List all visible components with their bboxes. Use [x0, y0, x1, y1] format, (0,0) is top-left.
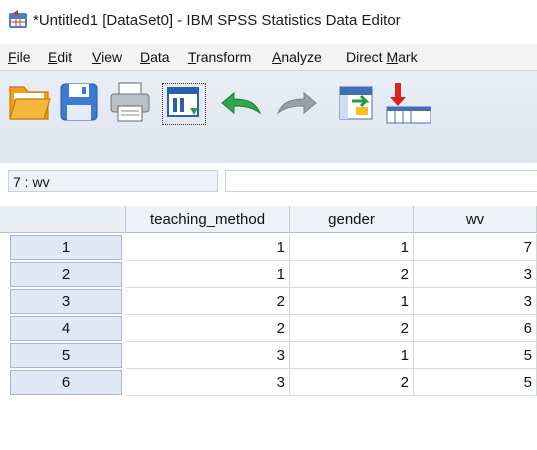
table-cell[interactable]: 5 [414, 342, 537, 369]
table-cell[interactable]: 1 [290, 288, 414, 315]
grid-corner[interactable] [0, 206, 126, 233]
table-cell[interactable]: 2 [126, 315, 290, 342]
open-folder-icon[interactable] [8, 81, 52, 123]
title-bar: *Untitled1 [DataSet0] - IBM SPSS Statist… [0, 0, 537, 44]
recall-dialog-button[interactable] [162, 83, 206, 125]
table-cell[interactable]: 1 [290, 234, 414, 261]
table-cell[interactable]: 3 [126, 369, 290, 396]
column-header-gender[interactable]: gender [290, 206, 414, 233]
print-icon[interactable] [108, 81, 152, 123]
table-cell[interactable]: 3 [126, 342, 290, 369]
row-header[interactable]: 4 [10, 316, 122, 341]
row-header[interactable]: 1 [10, 235, 122, 260]
data-grid: teaching_method gender wv 1 1 1 7 2 1 2 … [0, 198, 537, 450]
cell-reference-bar: 7 : wv [0, 163, 537, 199]
window-title: *Untitled1 [DataSet0] - IBM SPSS Statist… [33, 12, 401, 29]
menu-file[interactable]: File [8, 49, 31, 65]
save-icon[interactable] [58, 81, 100, 123]
table-cell[interactable]: 6 [414, 315, 537, 342]
goto-case-icon[interactable] [336, 81, 380, 125]
menu-bar: File Edit View Data Transform Analyze Di… [0, 44, 537, 71]
table-cell[interactable]: 2 [290, 315, 414, 342]
menu-data[interactable]: Data [140, 49, 170, 65]
menu-view[interactable]: View [92, 49, 122, 65]
row-header[interactable]: 3 [10, 289, 122, 314]
column-header-wv[interactable]: wv [414, 206, 537, 233]
row-header[interactable]: 2 [10, 262, 122, 287]
menu-edit[interactable]: Edit [48, 49, 72, 65]
recall-dialog-icon [167, 87, 199, 117]
insert-variable-icon[interactable] [385, 81, 431, 125]
spss-app-icon [9, 10, 27, 28]
table-cell[interactable]: 5 [414, 369, 537, 396]
menu-analyze[interactable]: Analyze [272, 49, 322, 65]
table-cell[interactable]: 2 [290, 369, 414, 396]
undo-icon[interactable] [218, 89, 266, 119]
cell-value-field[interactable] [225, 170, 537, 192]
table-cell[interactable]: 1 [126, 261, 290, 288]
row-header[interactable]: 6 [10, 370, 122, 395]
redo-icon[interactable] [272, 89, 320, 119]
cell-reference-field[interactable]: 7 : wv [8, 170, 218, 192]
table-cell[interactable]: 2 [290, 261, 414, 288]
table-cell[interactable]: 7 [414, 234, 537, 261]
toolbar [0, 71, 537, 174]
menu-direct-marketing[interactable]: Direct Mark [346, 49, 418, 65]
column-header-teaching-method[interactable]: teaching_method [126, 206, 290, 233]
menu-transform[interactable]: Transform [188, 49, 251, 65]
table-cell[interactable]: 1 [290, 342, 414, 369]
table-cell[interactable]: 3 [414, 288, 537, 315]
row-header[interactable]: 5 [10, 343, 122, 368]
table-cell[interactable]: 3 [414, 261, 537, 288]
table-cell[interactable]: 2 [126, 288, 290, 315]
table-cell[interactable]: 1 [126, 234, 290, 261]
